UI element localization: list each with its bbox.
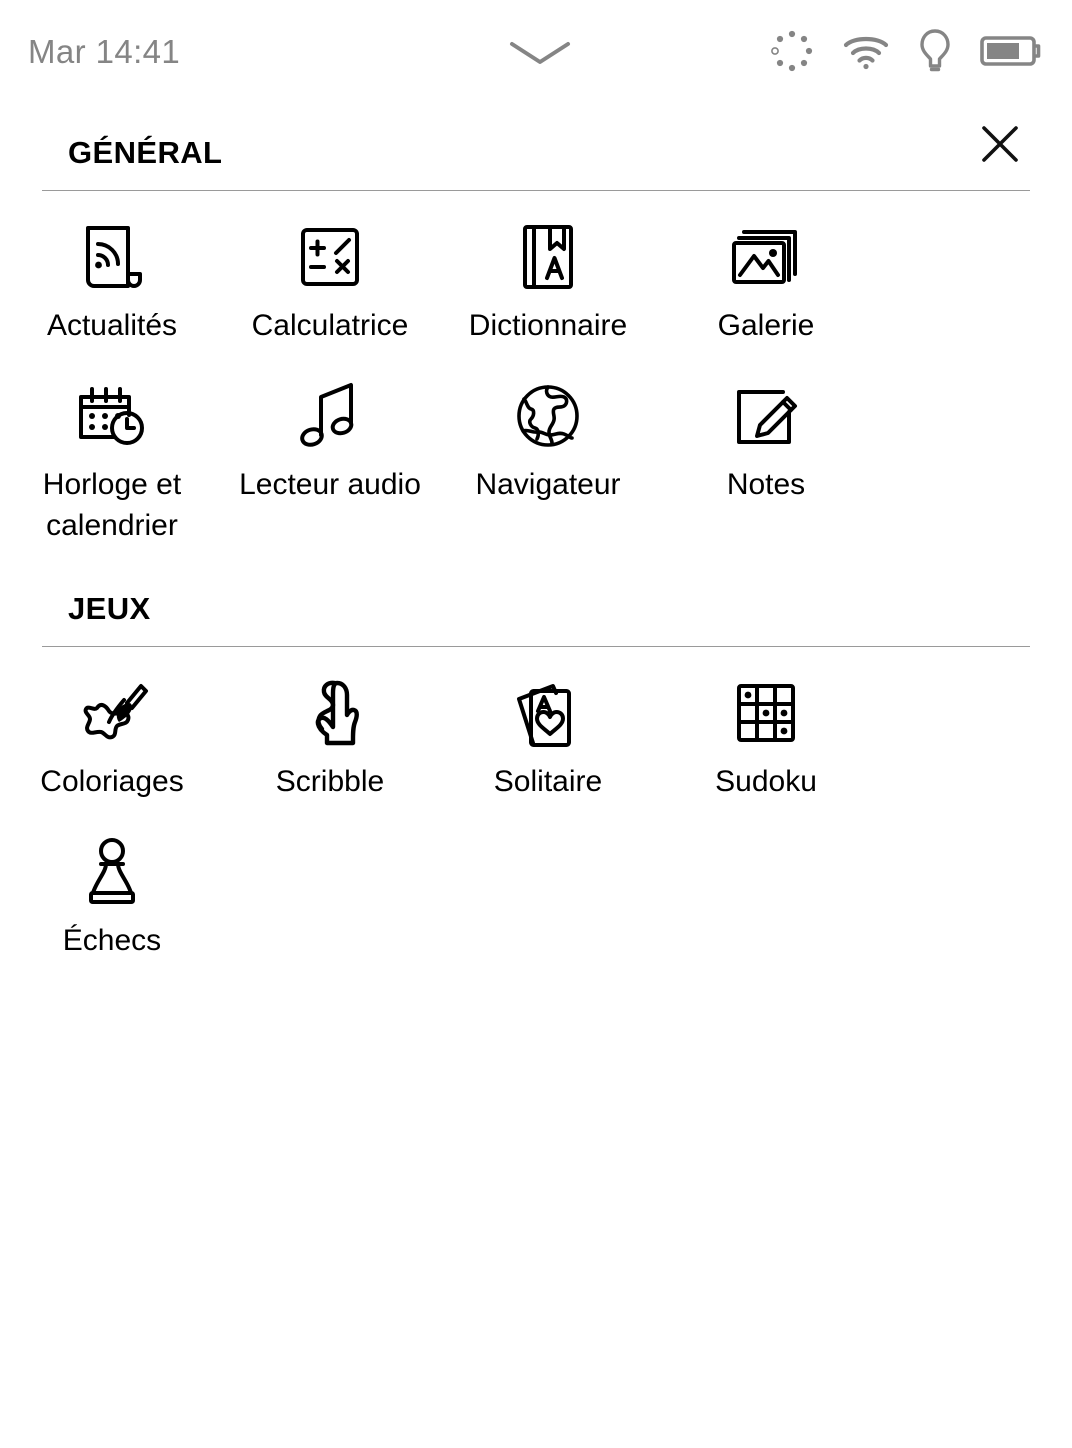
app-label: Sudoku (715, 765, 817, 798)
wifi-icon (842, 31, 890, 76)
globe-browser-icon (510, 378, 586, 454)
app-item-sudoku[interactable]: Sudoku (660, 647, 872, 806)
app-label: Calculatrice (251, 309, 409, 342)
section-title-general: GÉNÉRAL (68, 135, 223, 170)
app-item-echecs[interactable]: Échecs (6, 806, 218, 965)
app-item-horloge-calendrier[interactable]: Horloge et calendrier (6, 350, 218, 550)
notes-pencil-icon (728, 378, 804, 454)
gallery-photos-icon (728, 219, 804, 295)
app-label: Coloriages (40, 765, 184, 798)
app-label: Actualités (46, 309, 178, 342)
app-item-notes[interactable]: Notes (660, 350, 872, 550)
app-label: Scribble (275, 765, 385, 798)
rss-news-icon (74, 219, 150, 295)
app-label: Galerie (717, 309, 815, 342)
app-label: Lecteur audio (239, 468, 421, 501)
app-item-coloriages[interactable]: Coloriages (6, 647, 218, 806)
hand-scribble-icon (292, 675, 368, 751)
calculator-icon (292, 219, 368, 295)
app-label: Dictionnaire (468, 309, 628, 342)
app-label: Notes (726, 468, 806, 501)
app-label: Solitaire (493, 765, 603, 798)
app-item-navigateur[interactable]: Navigateur (442, 350, 654, 550)
clock-calendar-icon (74, 378, 150, 454)
section-general: GÉNÉRAL Actualités Calculatrice Dictionn… (0, 100, 1072, 550)
app-grid-general: Actualités Calculatrice Dictionnaire Gal… (0, 191, 1072, 550)
paintbrush-splash-icon (74, 675, 150, 751)
chevron-down-icon[interactable] (504, 36, 576, 68)
app-item-scribble[interactable]: Scribble (224, 647, 436, 806)
playing-cards-icon (510, 675, 586, 751)
sudoku-grid-icon (728, 675, 804, 751)
app-label: Horloge et calendrier (42, 468, 182, 542)
section-title-jeux: JEUX (68, 591, 151, 626)
app-label: Navigateur (475, 468, 621, 501)
app-item-calculatrice[interactable]: Calculatrice (224, 191, 436, 350)
frontlight-bulb-icon (918, 28, 952, 79)
app-item-solitaire[interactable]: Solitaire (442, 647, 654, 806)
app-label: Échecs (62, 924, 162, 957)
battery-icon (980, 34, 1042, 73)
app-item-lecteur-audio[interactable]: Lecteur audio (224, 350, 436, 550)
chess-pawn-icon (74, 834, 150, 910)
app-item-actualites[interactable]: Actualités (6, 191, 218, 350)
app-grid-jeux: Coloriages Scribble Solitaire Sudoku Éch… (0, 647, 1072, 965)
status-time: Mar 14:41 (28, 33, 181, 70)
app-item-galerie[interactable]: Galerie (660, 191, 872, 350)
music-note-icon (292, 378, 368, 454)
section-jeux: JEUX Coloriages Scribble Solitaire Sudok… (0, 550, 1072, 965)
status-bar: Mar 14:41 (0, 0, 1072, 100)
status-icon-tray (770, 28, 1042, 79)
dictionary-book-icon (510, 219, 586, 295)
sync-spinner-icon (770, 29, 814, 78)
app-drawer: GÉNÉRAL Actualités Calculatrice Dictionn… (0, 100, 1072, 965)
app-item-dictionnaire[interactable]: Dictionnaire (442, 191, 654, 350)
